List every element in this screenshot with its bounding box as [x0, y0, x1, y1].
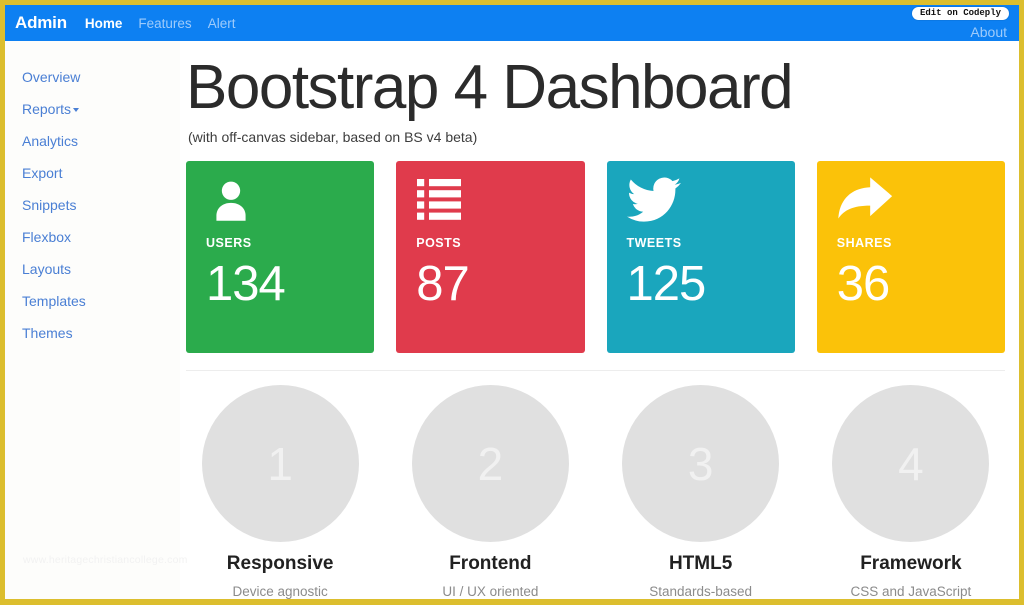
- sidebar-item-analytics[interactable]: Analytics: [5, 125, 180, 157]
- feature-title: HTML5: [668, 553, 733, 574]
- section-divider: [186, 370, 1005, 371]
- feature-item-responsive: 1 Responsive Device agnostic: [186, 385, 374, 599]
- sidebar-item-export[interactable]: Export: [5, 157, 180, 189]
- sidebar-item-label: Reports: [22, 101, 72, 117]
- stat-card-label: POSTS: [416, 236, 462, 250]
- stat-card-posts[interactable]: POSTS 87: [396, 161, 585, 353]
- sidebar-item-label: Templates: [22, 293, 86, 309]
- main-content: Bootstrap 4 Dashboard (with off-canvas s…: [180, 41, 1019, 599]
- sidebar-item-flexbox[interactable]: Flexbox: [5, 221, 180, 253]
- page-frame: Admin Home Features Alert About Edit on …: [0, 0, 1024, 605]
- stat-card-label: SHARES: [836, 236, 892, 250]
- feature-item-framework: 4 Framework CSS and JavaScript: [817, 385, 1005, 599]
- user-icon: [206, 177, 374, 229]
- sidebar-item-snippets[interactable]: Snippets: [5, 189, 180, 221]
- page-subtitle: (with off-canvas sidebar, based on BS v4…: [188, 129, 478, 145]
- feature-item-frontend: 2 Frontend UI / UX oriented: [396, 385, 584, 599]
- sidebar-item-label: Export: [22, 165, 63, 181]
- feature-number-circle: 4: [832, 385, 990, 542]
- sidebar-item-label: Flexbox: [22, 229, 72, 245]
- feature-number-circle: 1: [201, 385, 359, 542]
- body-wrapper: Overview Reports Analytics Export Snippe…: [5, 41, 1019, 599]
- feature-title: Responsive: [226, 553, 334, 574]
- feature-title: Frontend: [449, 553, 532, 574]
- sidebar-item-overview[interactable]: Overview: [5, 61, 180, 93]
- sidebar-item-themes[interactable]: Themes: [5, 317, 180, 349]
- stat-card-value: 36: [836, 257, 891, 311]
- stat-card-label: TWEETS: [626, 236, 682, 250]
- nav-link-alert[interactable]: Alert: [208, 16, 236, 31]
- sidebar-item-layouts[interactable]: Layouts: [5, 253, 180, 285]
- stat-card-shares[interactable]: SHARES 36: [816, 161, 1005, 353]
- top-navbar: Admin Home Features Alert About: [5, 5, 1019, 41]
- stat-card-value: 134: [206, 257, 286, 311]
- stat-card-label: USERS: [206, 236, 252, 250]
- sidebar-item-label: Overview: [22, 69, 81, 85]
- sidebar-item-label: Layouts: [22, 261, 72, 277]
- feature-description: Standards-based: [649, 584, 753, 599]
- stat-cards-row: USERS 134 POSTS 87 TWEETS 125 SHARES 36: [186, 161, 1005, 353]
- features-row: 1 Responsive Device agnostic 2 Frontend …: [186, 385, 1005, 599]
- feature-title: Framework: [860, 553, 962, 574]
- list-icon: [416, 177, 584, 229]
- chevron-down-icon: [73, 108, 80, 113]
- feature-description: UI / UX oriented: [442, 584, 539, 599]
- share-icon: [837, 177, 1005, 229]
- stat-card-users[interactable]: USERS 134: [186, 161, 375, 353]
- nav-link-about[interactable]: About: [970, 24, 1007, 41]
- sidebar-item-label: Analytics: [22, 133, 79, 149]
- feature-number-circle: 2: [411, 385, 569, 542]
- sidebar-item-label: Snippets: [22, 197, 77, 213]
- stat-card-value: 87: [416, 257, 470, 311]
- nav-link-features[interactable]: Features: [138, 16, 191, 31]
- navbar-brand[interactable]: Admin: [15, 13, 67, 33]
- offcanvas-sidebar: Overview Reports Analytics Export Snippe…: [5, 41, 187, 599]
- sidebar-item-templates[interactable]: Templates: [5, 285, 180, 317]
- nav-link-home[interactable]: Home: [85, 16, 123, 31]
- sidebar-item-reports[interactable]: Reports: [5, 93, 180, 125]
- sidebar-item-label: Themes: [22, 325, 73, 341]
- feature-description: Device agnostic: [232, 584, 328, 599]
- edit-on-codeply-badge[interactable]: Edit on Codeply: [911, 7, 1009, 20]
- twitter-icon: [626, 177, 795, 229]
- feature-item-html5: 3 HTML5 Standards-based: [607, 385, 795, 599]
- feature-number-circle: 3: [622, 385, 780, 542]
- stat-card-value: 125: [626, 257, 707, 311]
- page-title: Bootstrap 4 Dashboard: [186, 53, 794, 122]
- feature-description: CSS and JavaScript: [850, 584, 972, 599]
- stat-card-tweets[interactable]: TWEETS 125: [606, 161, 795, 353]
- watermark-text: www.heritagechristiancollege.com: [23, 554, 188, 566]
